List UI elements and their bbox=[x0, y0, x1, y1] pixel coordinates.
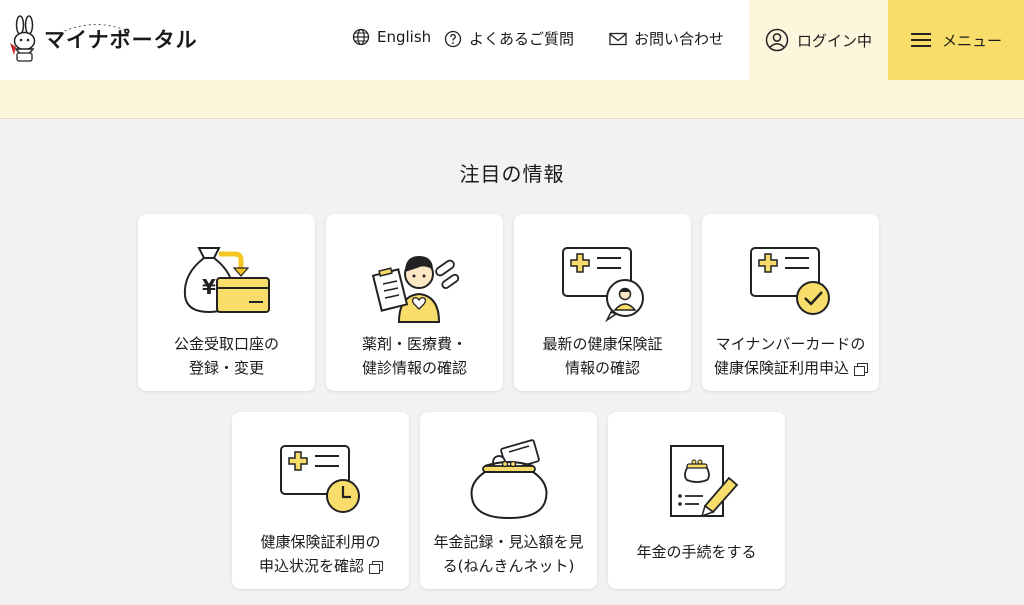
person-clipboard-pills-icon bbox=[371, 256, 459, 323]
svg-text:¥: ¥ bbox=[202, 275, 216, 299]
card-label: 年金記録・見込額を見 る(ねんきんネット) bbox=[433, 533, 584, 575]
card-insurance-application-status[interactable]: 健康保険証利用の 申込状況を確認 bbox=[232, 412, 409, 589]
nav-contact-link[interactable]: お問い合わせ bbox=[609, 28, 724, 49]
card-pension-records[interactable]: 年金記録・見込額を見 る(ねんきんネット) bbox=[420, 412, 597, 589]
insurance-card-clock-icon bbox=[279, 445, 360, 513]
site-logo[interactable]: マイナポータル bbox=[8, 14, 198, 64]
card-label: 最新の健康保険証 情報の確認 bbox=[542, 335, 663, 377]
nav-english-label: English bbox=[377, 28, 432, 46]
card-label: マイナンバーカードの 健康保険証利用申込 bbox=[713, 335, 868, 377]
nav-english-link[interactable]: English bbox=[352, 28, 431, 46]
user-circle-icon bbox=[765, 28, 789, 52]
card-label: 健康保険証利用の 申込状況を確認 bbox=[258, 533, 383, 575]
logo-arc-dots-icon bbox=[59, 24, 133, 34]
external-link-icon bbox=[854, 363, 868, 376]
card-pension-procedures[interactable]: 年金の手続をする bbox=[608, 412, 785, 589]
nav-contact-label: お問い合わせ bbox=[634, 30, 725, 48]
login-status-button[interactable]: ログイン中 bbox=[749, 0, 888, 80]
section-title: 注目の情報 bbox=[459, 162, 565, 186]
nav-faq-label: よくあるご質問 bbox=[469, 30, 575, 48]
mail-icon bbox=[609, 32, 627, 45]
nav-faq-link[interactable]: よくあるご質問 bbox=[444, 28, 574, 49]
hamburger-menu-icon bbox=[910, 33, 931, 47]
question-circle-icon bbox=[444, 30, 462, 47]
menu-label: メニュー bbox=[941, 31, 1002, 50]
card-public-fund-account[interactable]: ¥ 公金受取口座の 登録・変更 bbox=[138, 214, 315, 391]
site-header: マイナポータル English よくあるご質問 お問い合わせ ログイン中 メニュ… bbox=[0, 0, 1024, 80]
notice-band bbox=[0, 80, 1024, 119]
pension-document-pen-icon bbox=[669, 445, 738, 518]
insurance-card-check-icon bbox=[749, 247, 830, 315]
coin-purse-icon bbox=[470, 439, 547, 520]
mascot-rabbit-icon bbox=[10, 15, 36, 62]
login-status-label: ログイン中 bbox=[796, 31, 872, 50]
menu-button[interactable]: メニュー bbox=[888, 0, 1024, 80]
card-medication-checkup-info[interactable]: 薬剤・医療費・ 健診情報の確認 bbox=[326, 214, 503, 391]
insurance-card-person-icon bbox=[561, 247, 644, 323]
globe-icon bbox=[352, 28, 370, 46]
card-label: 公金受取口座の 登録・変更 bbox=[173, 335, 279, 377]
card-insurance-use-application[interactable]: マイナンバーカードの 健康保険証利用申込 bbox=[702, 214, 879, 391]
card-label: 年金の手続をする bbox=[636, 543, 757, 561]
card-label: 薬剤・医療費・ 健診情報の確認 bbox=[361, 335, 467, 377]
card-latest-insurance-info[interactable]: 最新の健康保険証 情報の確認 bbox=[514, 214, 691, 391]
money-bag-card-icon: ¥ bbox=[183, 247, 270, 314]
external-link-icon bbox=[369, 561, 383, 574]
